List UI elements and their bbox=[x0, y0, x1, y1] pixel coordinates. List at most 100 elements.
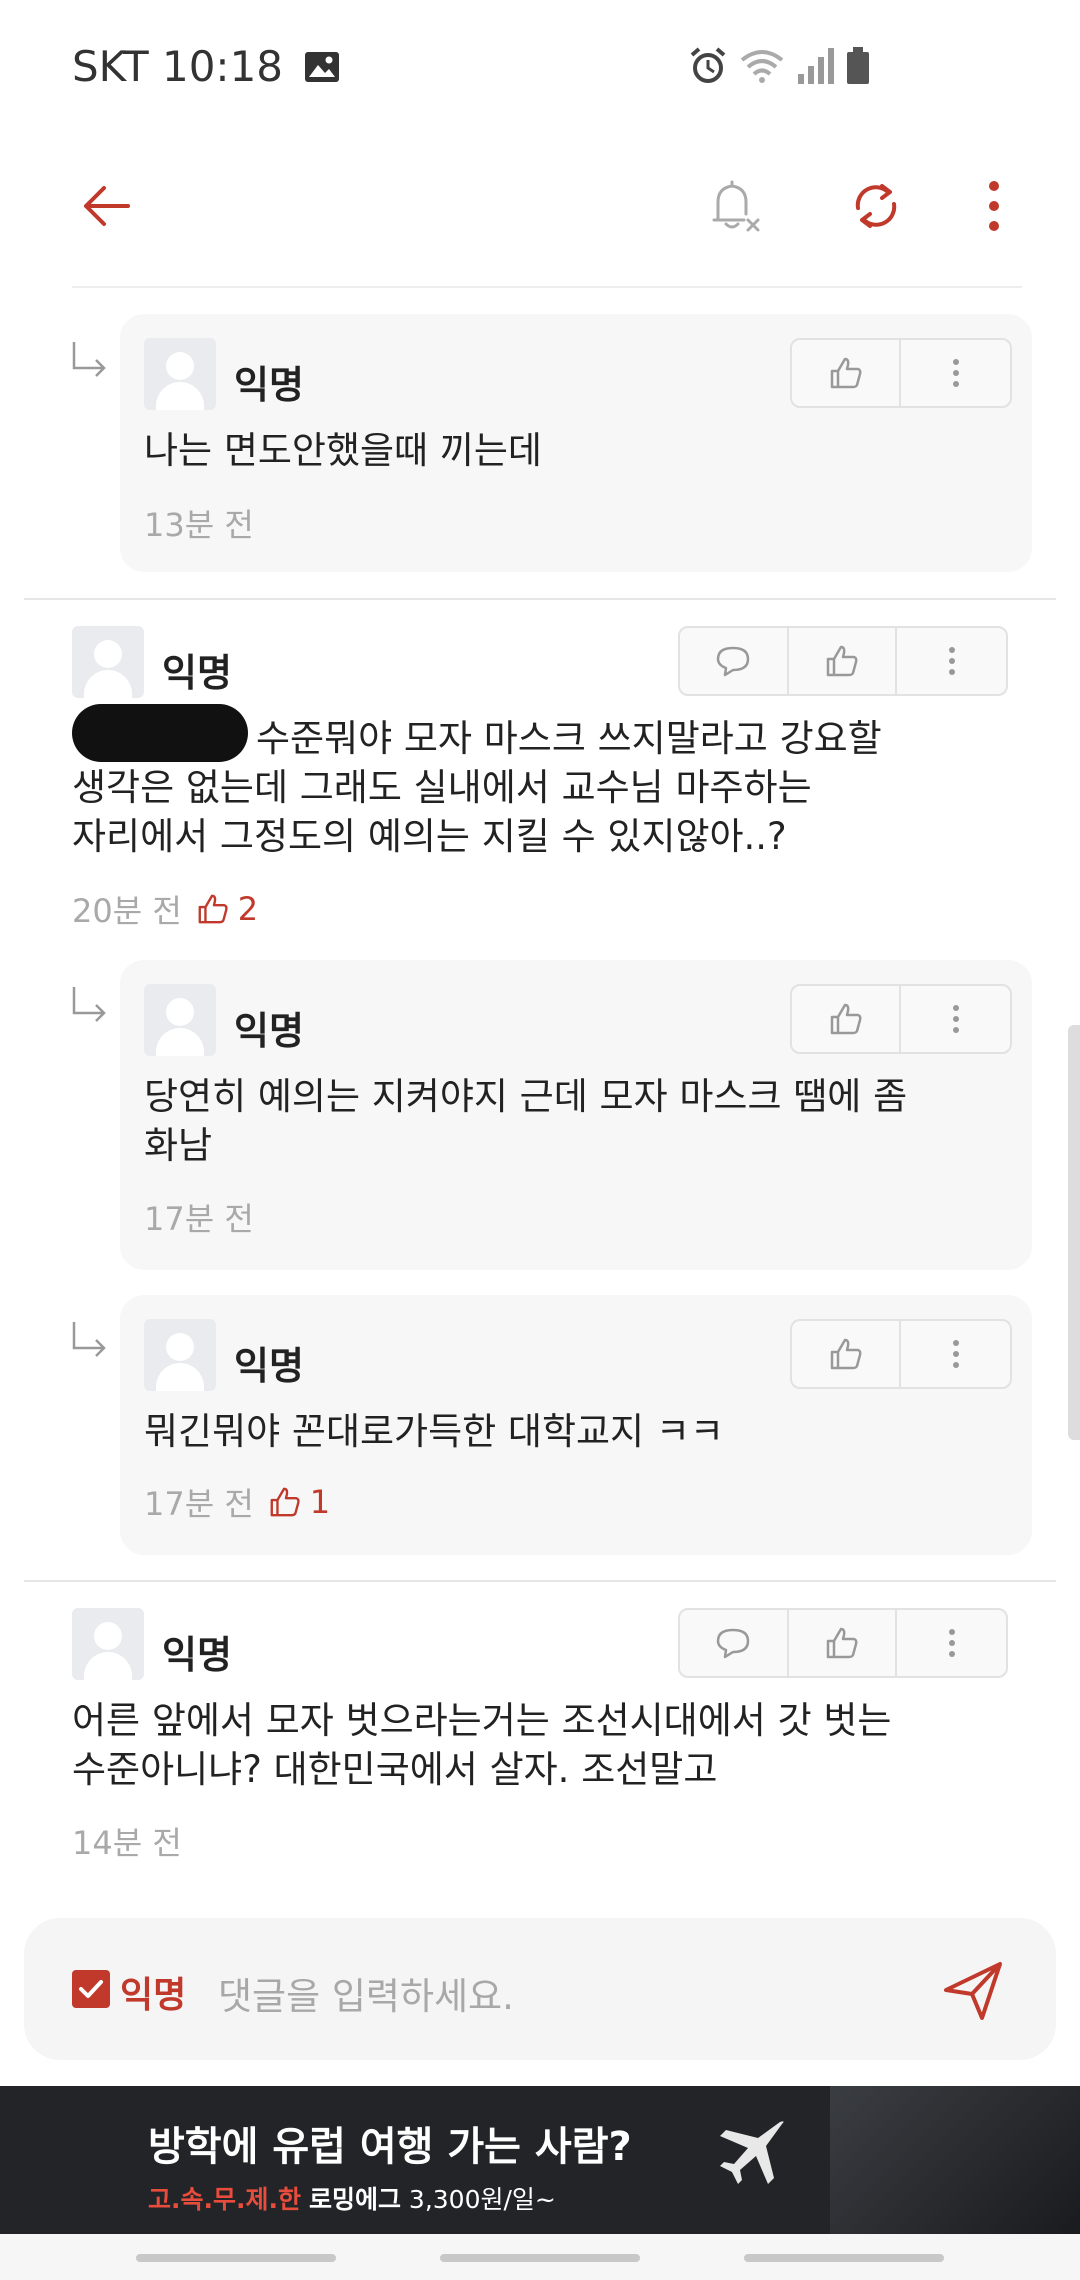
comment-icon bbox=[717, 1628, 750, 1659]
reply-button[interactable] bbox=[680, 628, 789, 694]
ad-subtitle: 고.속.무.제.한 로밍에그 3,300원/일~ bbox=[148, 2180, 556, 2216]
notification-toggle-button[interactable] bbox=[694, 166, 774, 246]
thumbs-up-icon bbox=[270, 1487, 300, 1517]
separator bbox=[24, 598, 1056, 600]
redacted-mark bbox=[72, 704, 248, 762]
ad-highlight: 고.속.무.제.한 bbox=[148, 2185, 301, 2214]
carrier: SKT bbox=[72, 42, 149, 91]
nav-home-button[interactable] bbox=[440, 2254, 640, 2262]
list-top-edge bbox=[72, 278, 1022, 288]
comment-time: 17분 전 bbox=[144, 1200, 254, 1238]
more-vertical-icon bbox=[952, 359, 959, 387]
notification-off-icon bbox=[712, 180, 760, 232]
more-vertical-icon bbox=[952, 1005, 959, 1033]
wifi-icon bbox=[740, 50, 784, 83]
signal-icon bbox=[798, 48, 834, 84]
anonymous-checkbox[interactable] bbox=[72, 1970, 110, 2008]
like-button[interactable] bbox=[789, 1610, 898, 1676]
ad-banner[interactable]: 방학에 유럽 여행 가는 사람? 고.속.무.제.한 로밍에그 3,300원/일… bbox=[0, 2086, 1080, 2234]
comment-time: 13분 전 bbox=[144, 506, 254, 544]
app-header bbox=[0, 140, 1080, 270]
more-vertical-icon bbox=[952, 1340, 959, 1368]
thumbs-up-icon bbox=[826, 645, 858, 677]
comment-text-line: 어른 앞에서 모자 벗으라는거는 조선시대에서 갓 벗는 bbox=[72, 1699, 892, 1742]
reply-arrow-icon bbox=[72, 987, 106, 1022]
ad-title: 방학에 유럽 여행 가는 사람? bbox=[148, 2124, 632, 2170]
comment-text-line: 화남 bbox=[144, 1124, 213, 1167]
comment-text-line: 수준뭐야 모자 마스크 쓰지말라고 강요할 bbox=[256, 717, 882, 760]
reply-arrow-icon bbox=[72, 1322, 106, 1357]
like-count-value: 2 bbox=[237, 890, 259, 928]
comment-text-line: 당연히 예의는 지켜야지 근데 모자 마스크 땜에 좀 bbox=[144, 1075, 908, 1118]
refresh-icon bbox=[855, 184, 897, 228]
reply-arrow-icon bbox=[72, 342, 106, 377]
comment-meta: 17분 전 1 bbox=[144, 1479, 330, 1525]
like-button[interactable] bbox=[792, 1321, 902, 1387]
comment-author: 익명 bbox=[162, 651, 232, 695]
scrollbar-thumb[interactable] bbox=[1068, 1025, 1080, 1440]
avatar bbox=[72, 1608, 144, 1680]
refresh-button[interactable] bbox=[836, 166, 916, 246]
status-bar: SKT 10:18 bbox=[0, 0, 1080, 140]
comment-time: 20분 전 bbox=[72, 892, 182, 930]
anonymous-label[interactable]: 익명 bbox=[120, 1966, 186, 2018]
comment-more-button[interactable] bbox=[897, 628, 1006, 694]
comment-author: 익명 bbox=[234, 363, 304, 407]
comment: 익명 어른 앞에서 모자 벗으라는거는 조선시대에서 갓 벗는 수준아니냐? 대… bbox=[72, 1606, 1008, 1866]
comment-more-button[interactable] bbox=[901, 1321, 1010, 1387]
comment-text-line: 수준아니냐? 대한민국에서 살자. 조선말고 bbox=[72, 1748, 718, 1791]
comment-more-button[interactable] bbox=[901, 340, 1010, 406]
more-options-button[interactable] bbox=[954, 166, 1034, 246]
comment-text: 나는 면도안했을때 끼는데 bbox=[144, 429, 542, 472]
comment-text-line: 자리에서 그정도의 예의는 지킬 수 있지않아..? bbox=[72, 815, 787, 858]
send-button[interactable] bbox=[938, 1956, 1008, 2026]
send-icon bbox=[944, 1962, 1002, 2020]
comment-meta: 13분 전 bbox=[144, 500, 254, 546]
like-button[interactable] bbox=[792, 340, 902, 406]
like-count: 1 bbox=[268, 1483, 330, 1521]
ad-brand: 로밍에그 bbox=[308, 2185, 401, 2214]
avatar bbox=[144, 338, 216, 410]
like-count: 2 bbox=[196, 890, 258, 928]
comment-input-bar: 익명 댓글을 입력하세요. bbox=[24, 1918, 1056, 2060]
comment-time: 14분 전 bbox=[72, 1824, 182, 1862]
comment-more-button[interactable] bbox=[901, 986, 1010, 1052]
battery-icon bbox=[847, 47, 869, 84]
nav-back-button[interactable] bbox=[744, 2254, 944, 2262]
comment-meta: 20분 전 2 bbox=[72, 886, 258, 932]
back-button[interactable] bbox=[66, 166, 146, 246]
comment-more-button[interactable] bbox=[897, 1610, 1006, 1676]
checkmark-icon bbox=[79, 1980, 103, 1998]
comment-actions bbox=[790, 338, 1012, 408]
reply-comment: 익명 당연히 예의는 지켜야지 근데 모자 마스크 땜에 좀 화남 17분 전 bbox=[120, 960, 1032, 1270]
status-left: SKT 10:18 bbox=[72, 42, 341, 91]
alarm-icon bbox=[690, 47, 726, 83]
more-vertical-icon bbox=[989, 181, 999, 231]
thumbs-up-icon bbox=[830, 357, 861, 389]
comment-meta: 14분 전 bbox=[72, 1818, 182, 1864]
avatar bbox=[72, 626, 144, 698]
like-button[interactable] bbox=[789, 628, 898, 694]
separator bbox=[24, 1580, 1056, 1582]
comment-author: 익명 bbox=[234, 1344, 304, 1388]
thumbs-up-icon bbox=[830, 1338, 861, 1370]
like-button[interactable] bbox=[792, 986, 902, 1052]
gallery-notification-icon bbox=[305, 51, 340, 82]
comment-actions bbox=[790, 1319, 1012, 1389]
back-arrow-icon bbox=[84, 186, 130, 226]
comment-meta: 17분 전 bbox=[144, 1194, 254, 1240]
reply-button[interactable] bbox=[680, 1610, 789, 1676]
ad-price: 3,300원/일~ bbox=[408, 2185, 556, 2214]
comment-input[interactable]: 댓글을 입력하세요. bbox=[218, 1966, 514, 2020]
reply-comment: 익명 뭐긴뭐야 꼰대로가득한 대학교지 ㅋㅋ 17분 전 1 bbox=[120, 1295, 1032, 1555]
comment-author: 익명 bbox=[162, 1633, 232, 1677]
avatar bbox=[144, 984, 216, 1056]
comment-actions bbox=[678, 1608, 1008, 1678]
thumbs-up-icon bbox=[198, 894, 228, 924]
reply-comment: 익명 나는 면도안했을때 끼는데 13분 전 bbox=[120, 314, 1032, 572]
nav-recent-button[interactable] bbox=[136, 2254, 336, 2262]
status-icons bbox=[688, 46, 870, 86]
airplane-icon bbox=[720, 2121, 784, 2184]
comment-actions bbox=[790, 984, 1012, 1054]
comment-icon bbox=[717, 646, 750, 677]
